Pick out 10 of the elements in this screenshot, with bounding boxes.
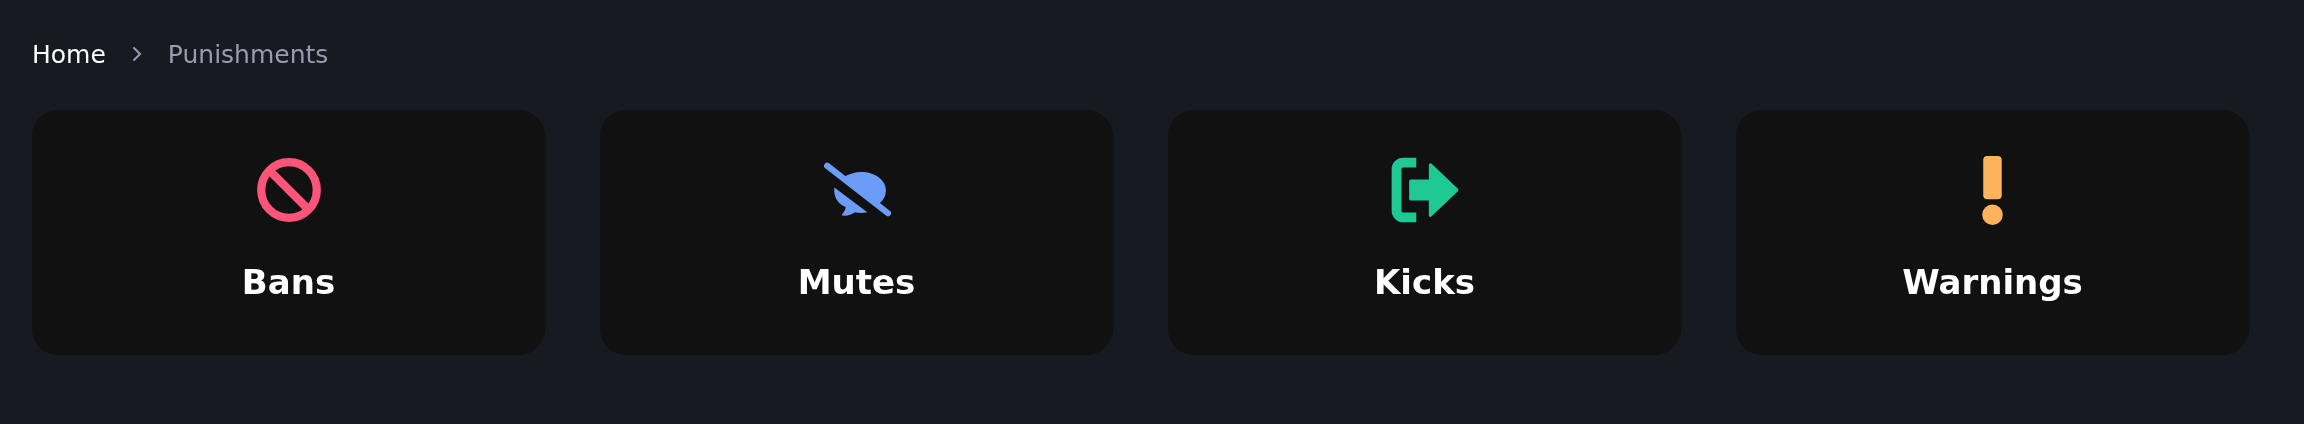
breadcrumb-current[interactable]: Punishments xyxy=(167,39,329,69)
category-card[interactable]: Kicks xyxy=(1168,110,1681,355)
category-card[interactable]: Warnings xyxy=(1736,110,2249,355)
card-title: Mutes xyxy=(797,262,916,302)
card-title: Warnings xyxy=(1902,262,2083,302)
card-title: Bans xyxy=(241,262,336,302)
card-title: Kicks xyxy=(1374,262,1475,302)
breadcrumb-link[interactable]: Home xyxy=(32,39,106,69)
category-card[interactable]: Mutes xyxy=(600,110,1113,355)
category-card[interactable]: Bans xyxy=(32,110,545,355)
